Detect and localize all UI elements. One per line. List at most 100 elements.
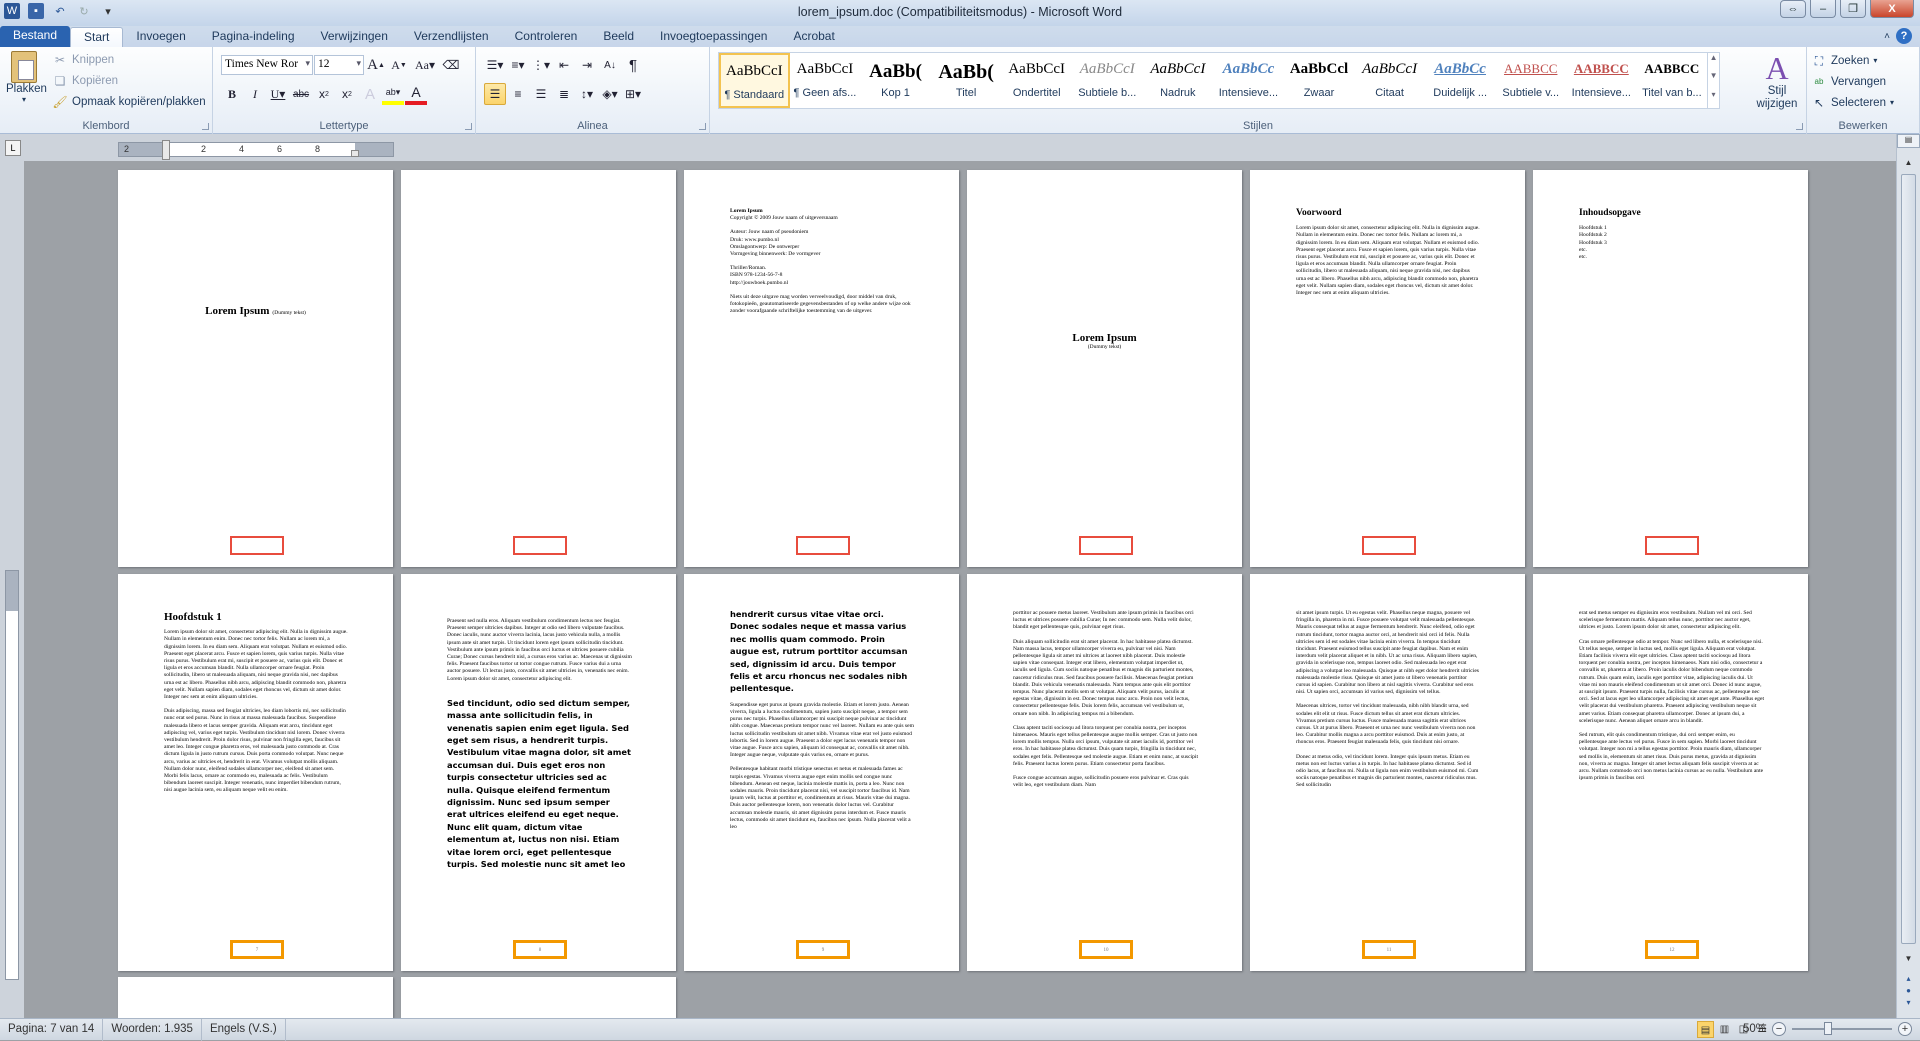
- dialog-launcher-icon[interactable]: [1796, 123, 1803, 130]
- vertical-scrollbar[interactable]: ▤ ▲ ▼ ▴ ● ▾: [1896, 134, 1920, 1018]
- tab-verwijzingen[interactable]: Verwijzingen: [308, 27, 401, 47]
- minimize-ribbon-icon[interactable]: ˄: [1884, 31, 1890, 42]
- document-area[interactable]: Lorem Ipsum (Dummy tekst) Lorem Ipsum Cop…: [24, 161, 1896, 1018]
- scroll-up-icon[interactable]: ▲: [1897, 158, 1920, 167]
- scroll-down-icon[interactable]: ▼: [1708, 71, 1719, 89]
- change-styles-button[interactable]: A Stijl wijzigen: [1752, 51, 1802, 111]
- help-icon[interactable]: ?: [1896, 28, 1912, 44]
- bold-icon[interactable]: B: [221, 83, 243, 105]
- print-layout-icon[interactable]: ▤: [1697, 1021, 1714, 1038]
- zoom-level[interactable]: 50%: [1743, 1023, 1766, 1035]
- toc-item[interactable]: etc.: [1579, 254, 1764, 261]
- dialog-launcher-icon[interactable]: [202, 123, 209, 130]
- style-4[interactable]: AaBbCcI Ondertitel: [1001, 53, 1072, 108]
- style-10[interactable]: AaBbCc Duidelijk ...: [1425, 53, 1496, 108]
- style-12[interactable]: AABBCC Intensieve...: [1566, 53, 1637, 108]
- tab-acrobat[interactable]: Acrobat: [780, 27, 847, 47]
- style-11[interactable]: AABBCC Subtiele v...: [1495, 53, 1566, 108]
- style-6[interactable]: AaBbCcI Nadruk: [1143, 53, 1214, 108]
- clear-formatting-icon[interactable]: ⌫: [440, 54, 462, 76]
- style-9[interactable]: AaBbCcI Citaat: [1354, 53, 1425, 108]
- paste-button[interactable]: Plakken ▾: [6, 51, 47, 104]
- tab-invoegtoepassingen[interactable]: Invoegtoepassingen: [647, 27, 780, 47]
- scrollbar-thumb[interactable]: [1901, 174, 1916, 944]
- page-count[interactable]: Pagina: 7 van 14: [0, 1018, 104, 1041]
- shading-icon[interactable]: ◈▾: [599, 83, 621, 105]
- underline-icon[interactable]: U▾: [267, 83, 289, 105]
- replace-button[interactable]: ab Vervangen: [1811, 71, 1915, 92]
- tab-controleren[interactable]: Controleren: [502, 27, 591, 47]
- align-left-icon[interactable]: ☰: [484, 83, 506, 105]
- styles-scroll[interactable]: ▲ ▼ ▾: [1707, 53, 1719, 108]
- horizontal-ruler[interactable]: 2 2 4 6 8: [118, 140, 394, 160]
- borders-icon[interactable]: ⊞▾: [622, 83, 644, 105]
- tab-bestand[interactable]: Bestand: [0, 26, 71, 47]
- style-1[interactable]: AaBbCcI ¶ Geen afs...: [790, 53, 861, 108]
- right-indent-marker[interactable]: [351, 150, 359, 157]
- style-3[interactable]: AaBb(Titel: [931, 53, 1002, 108]
- browse-object-icon[interactable]: ●: [1897, 986, 1920, 995]
- tab-selector[interactable]: L: [5, 140, 21, 156]
- toc-item[interactable]: etc.: [1579, 247, 1764, 254]
- zoom-slider-thumb[interactable]: [1824, 1022, 1832, 1035]
- restore-button[interactable]: ❐: [1840, 0, 1866, 18]
- font-size-select[interactable]: 12: [314, 55, 364, 75]
- strikethrough-icon[interactable]: abc: [290, 83, 312, 105]
- numbering-icon[interactable]: ≡▾: [507, 54, 529, 76]
- zoom-out-icon[interactable]: −: [1772, 1022, 1786, 1036]
- dialog-launcher-icon[interactable]: [465, 123, 472, 130]
- indent-marker[interactable]: [162, 140, 170, 160]
- cut-button[interactable]: ✂ Knippen: [52, 49, 206, 70]
- dialog-launcher-icon[interactable]: [699, 123, 706, 130]
- text-effects-icon[interactable]: A: [359, 83, 381, 105]
- bullets-icon[interactable]: ☰▾: [484, 54, 506, 76]
- line-spacing-icon[interactable]: ↕▾: [576, 83, 598, 105]
- copy-button[interactable]: ❏ Kopiëren: [52, 70, 206, 91]
- toc-item[interactable]: Hoofdstuk 2: [1579, 232, 1764, 239]
- subscript-icon[interactable]: x2: [313, 83, 335, 105]
- style-13[interactable]: AABBCC Titel van b...: [1637, 53, 1708, 108]
- highlight-icon[interactable]: ab▾: [382, 83, 404, 105]
- scroll-down-icon[interactable]: ▼: [1897, 954, 1920, 963]
- word-count[interactable]: Woorden: 1.935: [103, 1018, 202, 1041]
- style-7[interactable]: AaBbCc Intensieve...: [1213, 53, 1284, 108]
- previous-page-icon[interactable]: ▴: [1897, 974, 1920, 983]
- ruler-toggle-icon[interactable]: ▤: [1897, 134, 1920, 148]
- full-screen-reading-icon[interactable]: ▥: [1716, 1021, 1733, 1038]
- font-color-icon[interactable]: A: [405, 83, 427, 105]
- language[interactable]: Engels (V.S.): [202, 1018, 286, 1041]
- increase-indent-icon[interactable]: ⇥: [576, 54, 598, 76]
- minimize-button[interactable]: –: [1810, 0, 1836, 18]
- tab-beeld[interactable]: Beeld: [590, 27, 647, 47]
- style-8[interactable]: AaBbCcl Zwaar: [1284, 53, 1355, 108]
- style-2[interactable]: AaBb(Kop 1: [860, 53, 931, 108]
- tab-invoegen[interactable]: Invoegen: [123, 27, 198, 47]
- justify-icon[interactable]: ≣: [553, 83, 575, 105]
- style-0[interactable]: AaBbCcI ¶ Standaard: [719, 53, 790, 108]
- font-name-select[interactable]: Times New Ror: [221, 55, 313, 75]
- change-case-icon[interactable]: Aa▾: [411, 54, 439, 76]
- tab-pagina-indeling[interactable]: Pagina-indeling: [199, 27, 308, 47]
- next-page-icon[interactable]: ▾: [1897, 998, 1920, 1007]
- resize-icon[interactable]: ⇔: [1780, 0, 1806, 18]
- style-5[interactable]: AaBbCcI Subtiele b...: [1072, 53, 1143, 108]
- format-painter-button[interactable]: 🖌 Opmaak kopiëren/plakken: [52, 91, 205, 112]
- superscript-icon[interactable]: x2: [336, 83, 358, 105]
- scroll-up-icon[interactable]: ▲: [1708, 53, 1719, 71]
- select-button[interactable]: ↖ Selecteren ▾: [1811, 92, 1915, 113]
- vertical-ruler[interactable]: [5, 570, 19, 980]
- find-button[interactable]: ⛶ Zoeken ▾: [1811, 50, 1915, 71]
- align-center-icon[interactable]: ≡: [507, 83, 529, 105]
- sort-icon[interactable]: A↓: [599, 54, 621, 76]
- italic-icon[interactable]: I: [244, 83, 266, 105]
- tab-verzendlijsten[interactable]: Verzendlijsten: [401, 27, 502, 47]
- shrink-font-icon[interactable]: A ▼: [388, 54, 410, 76]
- decrease-indent-icon[interactable]: ⇤: [553, 54, 575, 76]
- zoom-in-icon[interactable]: +: [1898, 1022, 1912, 1036]
- show-formatting-icon[interactable]: ¶: [622, 54, 644, 76]
- align-right-icon[interactable]: ☰: [530, 83, 552, 105]
- close-button[interactable]: X: [1870, 0, 1914, 18]
- more-styles-icon[interactable]: ▾: [1708, 90, 1719, 108]
- toc-item[interactable]: Hoofdstuk 3: [1579, 240, 1764, 247]
- tab-start[interactable]: Start: [70, 27, 124, 47]
